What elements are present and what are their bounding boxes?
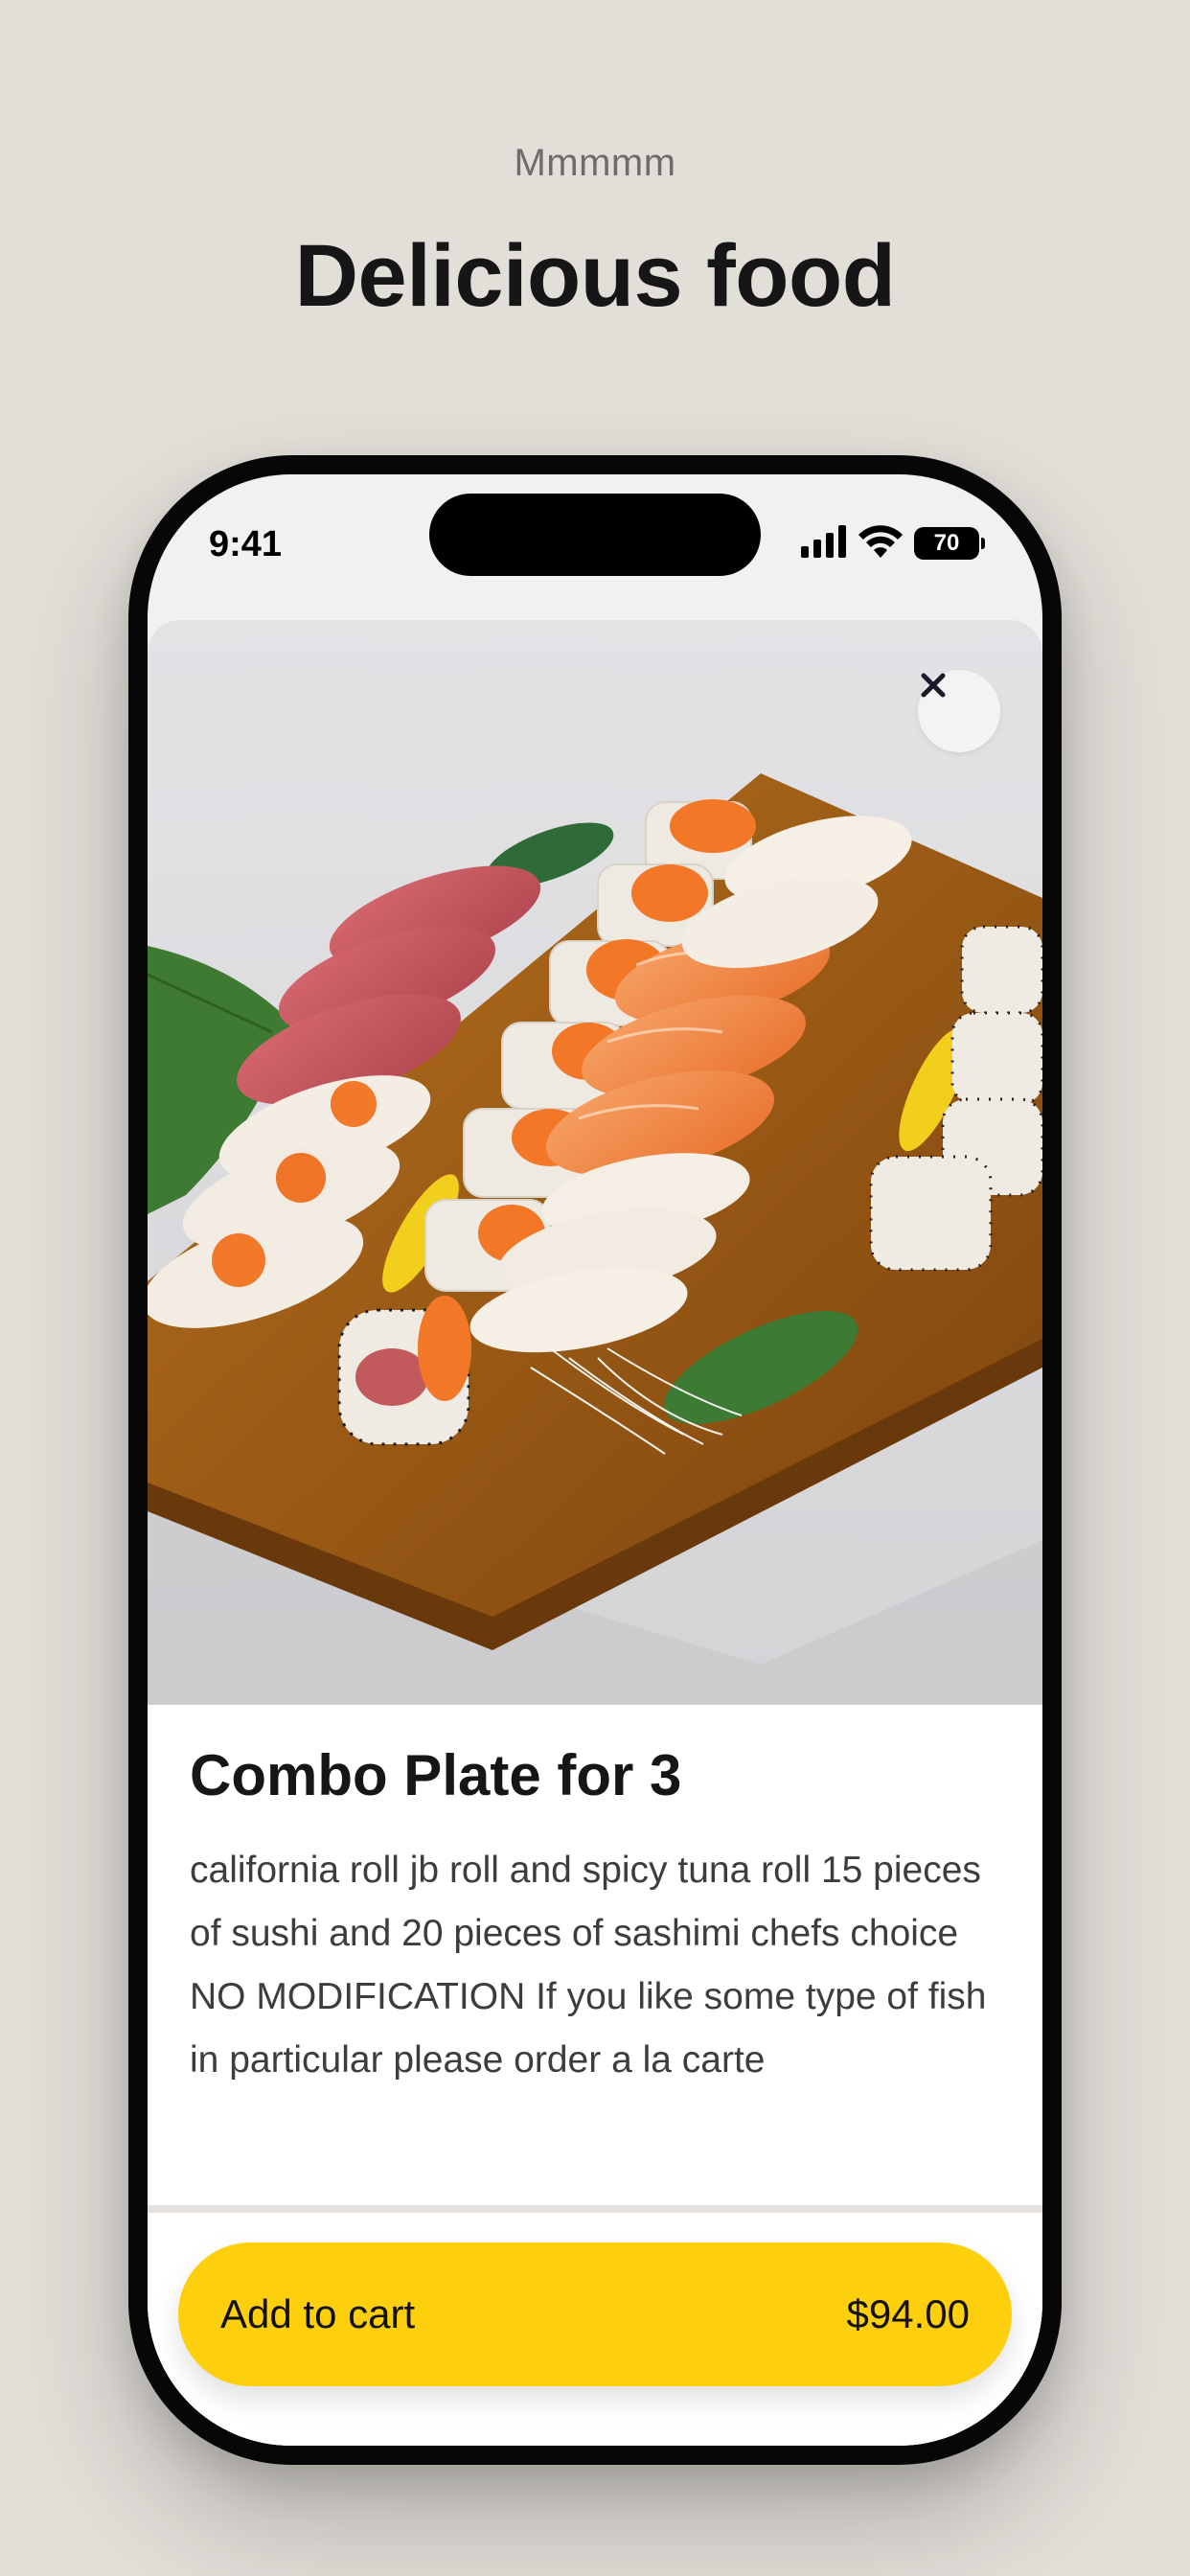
item-detail-sheet: Combo Plate for 3 california roll jb rol… xyxy=(148,620,1042,2446)
page-title: Delicious food xyxy=(294,227,896,325)
dynamic-island xyxy=(429,494,761,576)
item-price: $94.00 xyxy=(846,2291,970,2336)
item-image xyxy=(148,620,1042,1705)
close-button[interactable] xyxy=(918,670,1000,752)
page-eyebrow: Mmmmm xyxy=(514,142,676,184)
phone-screen: 9:41 70 Combo Plate for 3 california rol… xyxy=(148,474,1042,2446)
wifi-icon xyxy=(858,524,903,563)
status-bar: 9:41 70 xyxy=(148,474,1042,618)
sushi-platter-illustration xyxy=(148,773,1042,1705)
battery-level: 70 xyxy=(933,530,960,556)
item-description: california roll jb roll and spicy tuna r… xyxy=(190,1850,987,2081)
add-to-cart-button[interactable]: Add to cart $94.00 xyxy=(178,2242,1012,2386)
item-info: Combo Plate for 3 california roll jb rol… xyxy=(190,1741,1000,2092)
item-name: Combo Plate for 3 xyxy=(190,1743,682,1807)
divider xyxy=(148,2205,1042,2213)
signal-icon xyxy=(801,524,847,563)
status-icons: 70 xyxy=(801,524,985,563)
status-time: 9:41 xyxy=(209,524,283,564)
phone-frame: 9:41 70 Combo Plate for 3 california rol… xyxy=(128,455,1062,2465)
add-to-cart-label: Add to cart xyxy=(220,2291,416,2336)
battery-icon: 70 xyxy=(914,527,985,560)
